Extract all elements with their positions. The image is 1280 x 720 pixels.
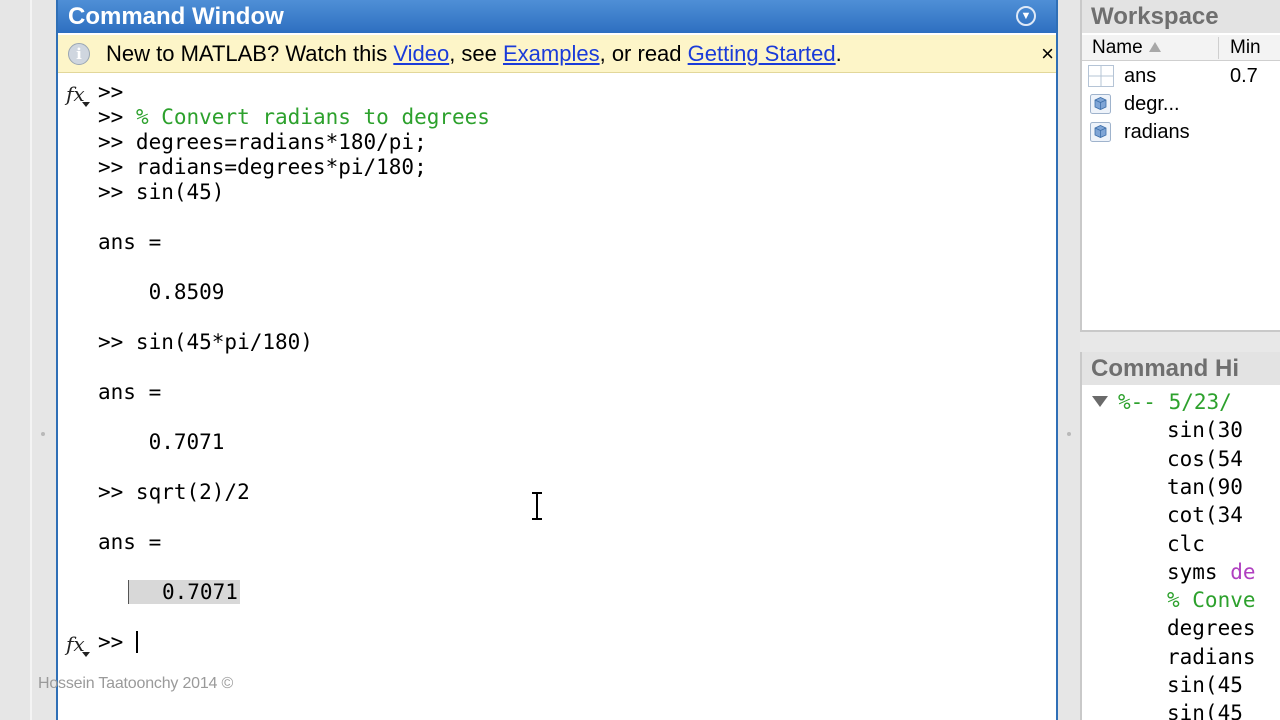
history-item-arg: de xyxy=(1230,559,1256,584)
info-mid2: , or read xyxy=(599,41,688,66)
history-item-text: syms xyxy=(1167,559,1231,584)
info-suffix: . xyxy=(835,41,842,66)
sym-object-icon xyxy=(1090,94,1111,114)
comment-text: % Convert radians to degrees xyxy=(135,105,490,129)
workspace-title: Workspace xyxy=(1082,0,1280,33)
output-line: 0.8509 xyxy=(98,280,225,304)
info-bar: i New to MATLAB? Watch this Video, see E… xyxy=(58,35,1056,73)
command-history-panel[interactable]: Command Hi %-- 5/23/ sin(30 cos(54 tan(9… xyxy=(1080,352,1280,720)
column-name-label: Name xyxy=(1092,37,1143,58)
sym-object-icon xyxy=(1090,122,1111,142)
resize-grip[interactable] xyxy=(41,432,45,436)
text-caret xyxy=(135,631,138,653)
output-line: >> sin(45) xyxy=(98,180,225,204)
history-item[interactable]: sin(45 xyxy=(1167,699,1243,720)
prompt-text: >> xyxy=(98,630,136,654)
history-item[interactable]: degrees xyxy=(1167,614,1256,642)
workspace-table-header: Name Min xyxy=(1082,35,1280,61)
sort-ascending-icon xyxy=(1148,42,1161,52)
window-actions-chevron-icon[interactable]: ▼ xyxy=(1016,6,1036,26)
history-item[interactable]: cos(54 xyxy=(1167,445,1243,473)
matrix-icon xyxy=(1088,65,1114,87)
workspace-row[interactable]: degr... xyxy=(1082,90,1280,118)
output-line: >> xyxy=(98,80,124,104)
prompt-text: >> xyxy=(98,105,136,129)
history-item[interactable]: tan(90 xyxy=(1167,473,1243,501)
gutter-edge xyxy=(30,0,32,720)
watermark: Hossein Taatoonchy 2014 © xyxy=(38,675,234,692)
variable-name: radians xyxy=(1124,121,1190,143)
collapse-triangle-icon[interactable] xyxy=(1092,396,1108,407)
column-header-min[interactable]: Min xyxy=(1230,35,1261,61)
close-icon[interactable]: × xyxy=(1041,35,1054,73)
left-dock-gutter xyxy=(0,0,56,720)
ibeam-cursor-icon xyxy=(532,492,542,520)
fx-function-browser-icon[interactable]: fx xyxy=(66,632,90,657)
resize-grip[interactable] xyxy=(1067,432,1071,436)
variable-min: 0.7 xyxy=(1230,65,1258,87)
info-mid1: , see xyxy=(449,41,503,66)
history-item[interactable]: clc xyxy=(1167,530,1205,558)
fx-function-browser-icon[interactable]: fx xyxy=(66,82,90,107)
workspace-row[interactable]: radians xyxy=(1082,118,1280,146)
history-session-header[interactable]: %-- 5/23/ xyxy=(1092,388,1232,416)
command-window-title: Command Window xyxy=(58,0,1056,33)
selected-text[interactable]: 0.7071 xyxy=(128,580,240,604)
variable-name: ans xyxy=(1124,65,1157,87)
output-line: ans = xyxy=(98,380,162,404)
history-item[interactable]: sin(30 xyxy=(1167,416,1243,444)
output-line: >> sin(45*pi/180) xyxy=(98,330,313,354)
history-item[interactable]: sin(45 xyxy=(1167,671,1243,699)
video-link[interactable]: Video xyxy=(393,41,449,66)
output-line: >> radians=degrees*pi/180; xyxy=(98,155,427,179)
variable-name: degr... xyxy=(1124,93,1180,115)
workspace-panel[interactable]: Workspace Name Min ans 0.7 degr... radia… xyxy=(1080,0,1280,332)
history-item[interactable]: radians xyxy=(1167,643,1256,671)
command-window[interactable]: Command Window ▼ i New to MATLAB? Watch … xyxy=(56,0,1058,720)
output-line: ans = xyxy=(98,530,162,554)
column-header-name[interactable]: Name xyxy=(1092,35,1161,61)
output-line: >> degrees=radians*180/pi; xyxy=(98,130,427,154)
session-label: %-- 5/23/ xyxy=(1118,390,1232,414)
output-line: >> sqrt(2)/2 xyxy=(98,480,250,504)
history-item[interactable]: cot(34 xyxy=(1167,501,1243,529)
right-dock-gutter xyxy=(1058,0,1080,720)
info-prefix: New to MATLAB? Watch this xyxy=(106,41,394,66)
output-line: 0.7071 xyxy=(98,430,225,454)
output-line: ans = xyxy=(98,230,162,254)
getting-started-link[interactable]: Getting Started xyxy=(688,41,836,66)
examples-link[interactable]: Examples xyxy=(503,41,600,66)
output-line[interactable]: 0.7071 xyxy=(128,580,240,605)
history-item[interactable]: syms de xyxy=(1167,558,1256,586)
command-prompt-input[interactable]: >> xyxy=(98,630,138,655)
history-item[interactable]: % Conve xyxy=(1167,586,1256,614)
info-text: New to MATLAB? Watch this Video, see Exa… xyxy=(106,35,842,73)
workspace-row[interactable]: ans 0.7 xyxy=(1082,62,1280,90)
column-divider[interactable] xyxy=(1218,37,1219,59)
command-history-title: Command Hi xyxy=(1082,352,1280,385)
output-line: >> % Convert radians to degrees xyxy=(98,105,490,130)
info-icon: i xyxy=(68,43,90,65)
